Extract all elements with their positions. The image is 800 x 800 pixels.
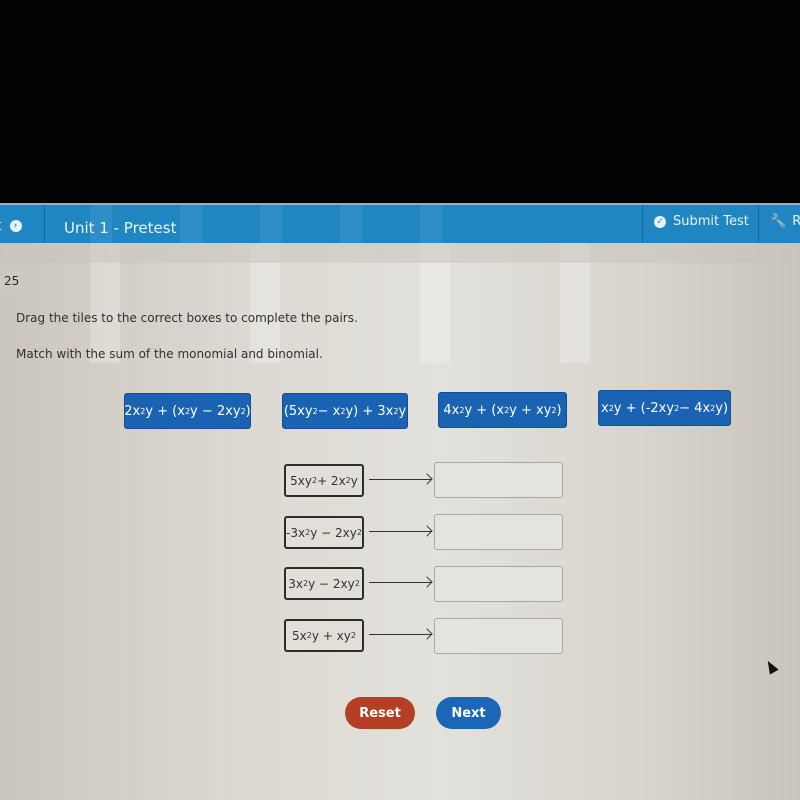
header-divider [758,205,759,243]
arrow-right-icon [369,582,431,583]
drop-box[interactable] [434,566,563,602]
header-divider [44,205,45,243]
glare-stripe [340,205,362,243]
submit-test-button[interactable]: ✓ Submit Test [654,214,749,229]
glare-stripe [420,205,442,243]
arrow-right-circle-icon: › [9,220,22,232]
arrow-right-icon [369,479,431,480]
tools-label: R [792,214,800,229]
target-expression: 5xy 2 + 2x 2 y [284,464,364,497]
target-expression: 3x 2 y − 2xy 2 [284,567,364,600]
tools-button[interactable]: 🔧 R [770,214,800,229]
prev-label: t [0,218,2,234]
drag-tile[interactable]: (5xy 2 − x 2 y) + 3x 2 y [282,393,408,429]
target-expression: -3x 2 y − 2xy 2 [284,516,364,549]
next-button[interactable]: Next [436,697,501,729]
top-nav-bar: t › Unit 1 - Pretest ✓ Submit Test 🔧 R [0,203,800,243]
drag-tile[interactable]: 4x 2 y + (x 2 y + xy 2) [438,392,567,428]
drop-box[interactable] [434,618,563,654]
prev-nav-button[interactable]: t › [0,218,22,234]
sub-toolbar [0,243,800,263]
drag-tile[interactable]: x2y + (-2xy 2 − 4x 2 y) [598,390,731,426]
question-number: 25 [0,267,26,295]
header-divider [642,205,643,243]
drop-box[interactable] [434,462,563,498]
wrench-icon: 🔧 [770,214,787,229]
drop-box[interactable] [434,514,563,550]
dark-screen-bezel [0,0,800,203]
instruction-text: Drag the tiles to the correct boxes to c… [16,311,358,325]
glare-stripe [180,205,202,243]
arrow-right-icon [369,531,431,532]
arrow-right-icon [369,634,431,635]
glare-stripe [260,205,282,243]
prompt-text: Match with the sum of the monomial and b… [16,347,323,361]
reset-button[interactable]: Reset [345,697,415,729]
submit-label: Submit Test [673,214,749,229]
target-expression: 5x 2 y + xy 2 [284,619,364,652]
drag-tile[interactable]: 2x 2 y + (x 2 y − 2xy 2) [124,393,251,429]
page-title: Unit 1 - Pretest [64,219,177,237]
check-circle-icon: ✓ [654,215,666,228]
